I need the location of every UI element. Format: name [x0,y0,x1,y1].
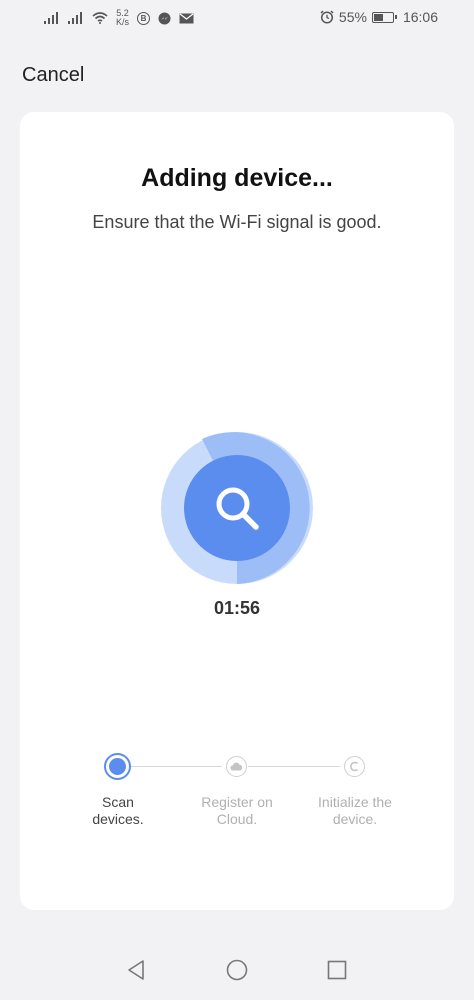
bluetooth-badge-label: B [140,13,147,23]
page-subtitle: Ensure that the Wi-Fi signal is good. [92,212,382,232]
status-bar: 5.2 K/s B 55% 16:06 [0,0,474,40]
system-nav-bar [0,940,474,1000]
back-triangle-icon [128,960,144,980]
nav-home-button[interactable] [225,958,249,982]
home-circle-icon [226,959,248,981]
step-label-line: Scan [102,794,134,810]
scan-inner-disc [184,455,290,561]
wifi-icon [92,12,108,24]
step-register-indicator [226,756,247,777]
cancel-button[interactable]: Cancel [22,64,84,87]
step-label-line: Initialize the [318,794,392,810]
network-speed-unit: K/s [116,17,130,27]
step-label-line: devices. [92,811,144,827]
page-title: Adding device... [141,164,333,192]
nav-back-button[interactable] [124,958,148,982]
step-initialize-indicator [344,756,365,777]
step-scan-dot [109,758,126,775]
mail-icon [179,13,194,23]
alarm-icon [320,10,334,24]
step-label-scan: Scan devices. [63,794,173,828]
battery-percent: 55% [338,9,367,25]
cloud-icon [230,762,243,771]
signal-icon [44,12,58,24]
initialize-icon [350,761,359,772]
status-time: 16:06 [402,9,438,25]
step-label-line: Cloud. [216,811,258,827]
step-scan-indicator [104,753,131,780]
signal-icon-2 [68,12,82,24]
step-connector-1 [130,766,222,767]
scanning-animation [161,432,313,584]
status-left-icons: 5.2 K/s B [44,9,194,27]
step-label-register: Register on Cloud. [182,794,292,828]
step-connector-2 [248,766,340,767]
messenger-icon [158,12,171,24]
network-speed: 5.2 K/s [116,9,129,27]
battery-level-fill [373,13,383,21]
battery-icon [371,11,397,23]
adding-device-card: Adding device... Ensure that the Wi-Fi s… [20,112,454,910]
step-label-initialize: Initialize the device. [300,794,410,828]
step-label-line: device. [332,811,378,827]
recents-square-icon [327,960,347,980]
status-right-icons: 55% 16:06 [320,9,438,25]
step-label-line: Register on [201,794,273,810]
countdown-timer: 01:56 [213,598,261,618]
bluetooth-badge-icon: B [137,11,151,25]
nav-recents-button[interactable] [325,958,349,982]
